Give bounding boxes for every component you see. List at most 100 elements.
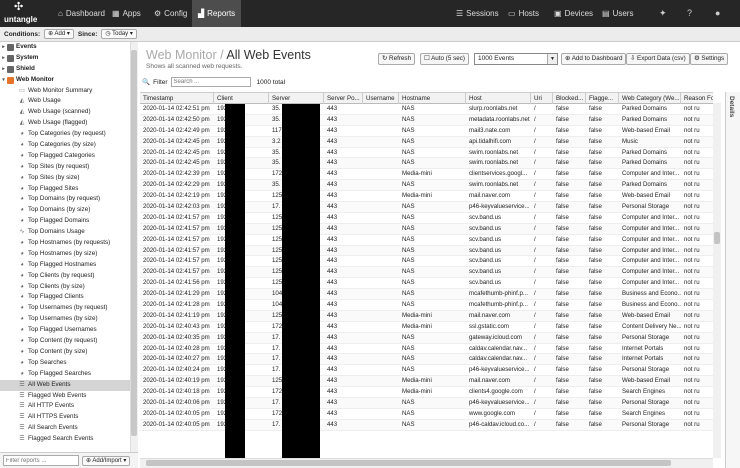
table-cell: 443 (327, 105, 338, 112)
table-cell: NAS (402, 268, 415, 276)
tree-report-item[interactable]: ◭ Web Usage (scanned) (0, 107, 130, 118)
tree-category[interactable]: ▸ Shield (0, 64, 130, 75)
table-cell: Personal Storage (622, 203, 670, 211)
help-icon[interactable]: ? (687, 8, 692, 18)
filter-reports-input[interactable] (3, 455, 79, 466)
column-header[interactable]: Uri (531, 93, 553, 104)
tree-report-item[interactable]: ☰ All Web Events (0, 379, 130, 391)
tree-report-item[interactable]: ◕ Top Flagged Hostnames (0, 260, 130, 271)
nav-users[interactable]: ▤ Users (596, 0, 639, 27)
table-cell: 443 (327, 213, 338, 221)
tree-report-item[interactable]: ◭ Web Usage (flagged) (0, 118, 130, 129)
column-header[interactable]: Username (363, 93, 399, 104)
expand-toggle-icon[interactable]: ▸ (0, 64, 7, 75)
table-cell: not ru (684, 355, 700, 363)
tree-report-item[interactable]: ☰ All HTTPS Events (0, 412, 130, 423)
refresh-button[interactable]: ↻ Refresh (378, 53, 416, 65)
grid-vertical-scrollbar[interactable] (713, 103, 721, 458)
lightbulb-icon[interactable]: ✦ (659, 8, 667, 19)
tree-report-item[interactable]: ◕ Top Categories (by request) (0, 129, 130, 140)
tree-report-item[interactable]: ◕ Top Categories (by size) (0, 140, 130, 151)
nav-devices[interactable]: ▣ Devices (548, 0, 599, 27)
tree-report-item[interactable]: ☰ Flagged Search Events (0, 434, 130, 445)
tree-report-item[interactable]: ◕ Top Flagged Clients (0, 292, 130, 303)
tree-report-item[interactable]: ∿ Top Domains Usage (0, 227, 130, 238)
nav-config[interactable]: ⚙ Config (148, 0, 193, 27)
tree-report-item[interactable]: ◕ Top Domains (by size) (0, 205, 130, 216)
tree-report-item[interactable]: ◕ Top Usernames (by size) (0, 314, 130, 325)
tree-report-item[interactable]: ◕ Top Flagged Searches (0, 369, 130, 380)
table-cell: 2020-01-14 02:40:05 pm (143, 409, 210, 417)
table-cell: false (556, 105, 569, 112)
search-icon: 🔍 (142, 79, 151, 86)
column-header[interactable]: Reason For (681, 93, 713, 104)
event-limit-select[interactable]: 1000 Events ▼ (474, 53, 558, 65)
tree-report-item[interactable]: ◕ Top Flagged Domains (0, 216, 130, 227)
tree-report-item[interactable]: ◕ Top Searches (0, 358, 130, 369)
nav-reports[interactable]: ▟ Reports (192, 0, 242, 27)
tree-report-item[interactable]: ◕ Top Sites (by request) (0, 162, 130, 173)
tree-report-item[interactable]: ◕ Top Flagged Sites (0, 184, 130, 195)
tree-report-item[interactable]: ◕ Top Flagged Categories (0, 151, 130, 162)
table-cell: / (534, 279, 536, 287)
tree-report-item[interactable]: ◕ Top Clients (by size) (0, 282, 130, 293)
tree-report-item[interactable]: ◭ Web Usage (0, 96, 130, 107)
table-cell: 2020-01-14 02:40:18 pm (143, 388, 210, 396)
settings-button[interactable]: ⚙ Settings (690, 53, 729, 65)
column-header[interactable]: Flagge... (586, 93, 619, 104)
details-panel-toggle[interactable]: Details (725, 92, 740, 468)
table-cell: Personal Storage (622, 366, 670, 374)
account-icon[interactable]: ● (715, 8, 720, 18)
tree-report-item[interactable]: ◕ Top Usernames (by request) (0, 303, 130, 314)
since-selector[interactable]: ◷ Today ▾ (101, 29, 137, 39)
tree-report-item[interactable]: ☰ All HTTP Events (0, 401, 130, 412)
tree-report-item[interactable]: ◕ Top Hostnames (by requests) (0, 238, 130, 249)
nav-apps[interactable]: ▦ Apps (106, 0, 147, 27)
column-header[interactable]: Hostname (399, 93, 466, 104)
table-cell: not ru (684, 192, 700, 200)
column-header[interactable]: Blocked... (553, 93, 586, 104)
nav-sessions[interactable]: ☰ Sessions (450, 0, 505, 27)
expand-toggle-icon[interactable]: ▸ (0, 42, 7, 53)
tree-report-item[interactable]: ◕ Top Sites (by size) (0, 173, 130, 184)
add-condition-button[interactable]: ⊕ Add ▾ (44, 29, 74, 39)
table-cell: false (556, 192, 569, 200)
grid-horizontal-scrollbar-thumb[interactable] (146, 460, 671, 466)
export-data-button[interactable]: ⇩ Export Data (csv) (626, 53, 690, 65)
tree-report-item[interactable]: ◕ Top Clients (by request) (0, 271, 130, 282)
tree-report-item[interactable]: ◕ Top Domains (by request) (0, 194, 130, 205)
table-cell: not ru (684, 213, 700, 221)
tree-category[interactable]: ▾ Web Monitor (0, 75, 130, 86)
untangle-logo[interactable]: ✣ untangle (4, 2, 42, 25)
auto-refresh-toggle[interactable]: ☐ Auto (5 sec) (420, 53, 470, 65)
column-header[interactable]: Server (269, 93, 324, 104)
column-header[interactable]: Web Category (We... (619, 93, 681, 104)
add-import-button[interactable]: ⊕ Add/Import ▾ (82, 455, 131, 466)
column-header[interactable]: Timestamp (140, 93, 214, 104)
tree-report-item[interactable]: ☰ All Search Events (0, 423, 130, 434)
tree-report-item[interactable]: ▭ Web Monitor Summary (0, 86, 130, 97)
tree-report-item[interactable]: ☰ Flagged Web Events (0, 391, 130, 402)
column-header[interactable]: Server Po... (324, 93, 363, 104)
column-header[interactable]: Host (466, 93, 531, 104)
category-icon (7, 65, 14, 73)
table-cell: Computer and Inter... (622, 170, 680, 178)
tree-report-item[interactable]: ◕ Top Content (by size) (0, 347, 130, 358)
add-to-dashboard-button[interactable]: ⊕ Add to Dashboard (561, 53, 627, 65)
nav-hosts[interactable]: ▭ Hosts (502, 0, 545, 27)
expand-toggle-icon[interactable]: ▸ (0, 53, 7, 64)
nav-config-label: Config (164, 9, 188, 18)
tree-category[interactable]: ▸ System (0, 53, 130, 64)
tree-report-item[interactable]: ◕ Top Hostnames (by size) (0, 249, 130, 260)
sidebar-scrollbar-thumb[interactable] (131, 50, 137, 436)
tree-category[interactable]: ▸ Events (0, 42, 130, 53)
tree-report-item[interactable]: ◕ Top Flagged Usernames (0, 325, 130, 336)
column-header[interactable]: Client (214, 93, 269, 104)
grid-search-input[interactable] (170, 77, 251, 87)
grid-vertical-scrollbar-thumb[interactable] (714, 232, 720, 244)
table-cell: false (589, 322, 602, 330)
nav-dashboard[interactable]: ⌂ Dashboard (52, 0, 111, 27)
table-cell (363, 267, 399, 278)
collapse-toggle-icon[interactable]: ▾ (0, 75, 7, 86)
tree-report-item[interactable]: ◕ Top Content (by request) (0, 336, 130, 347)
